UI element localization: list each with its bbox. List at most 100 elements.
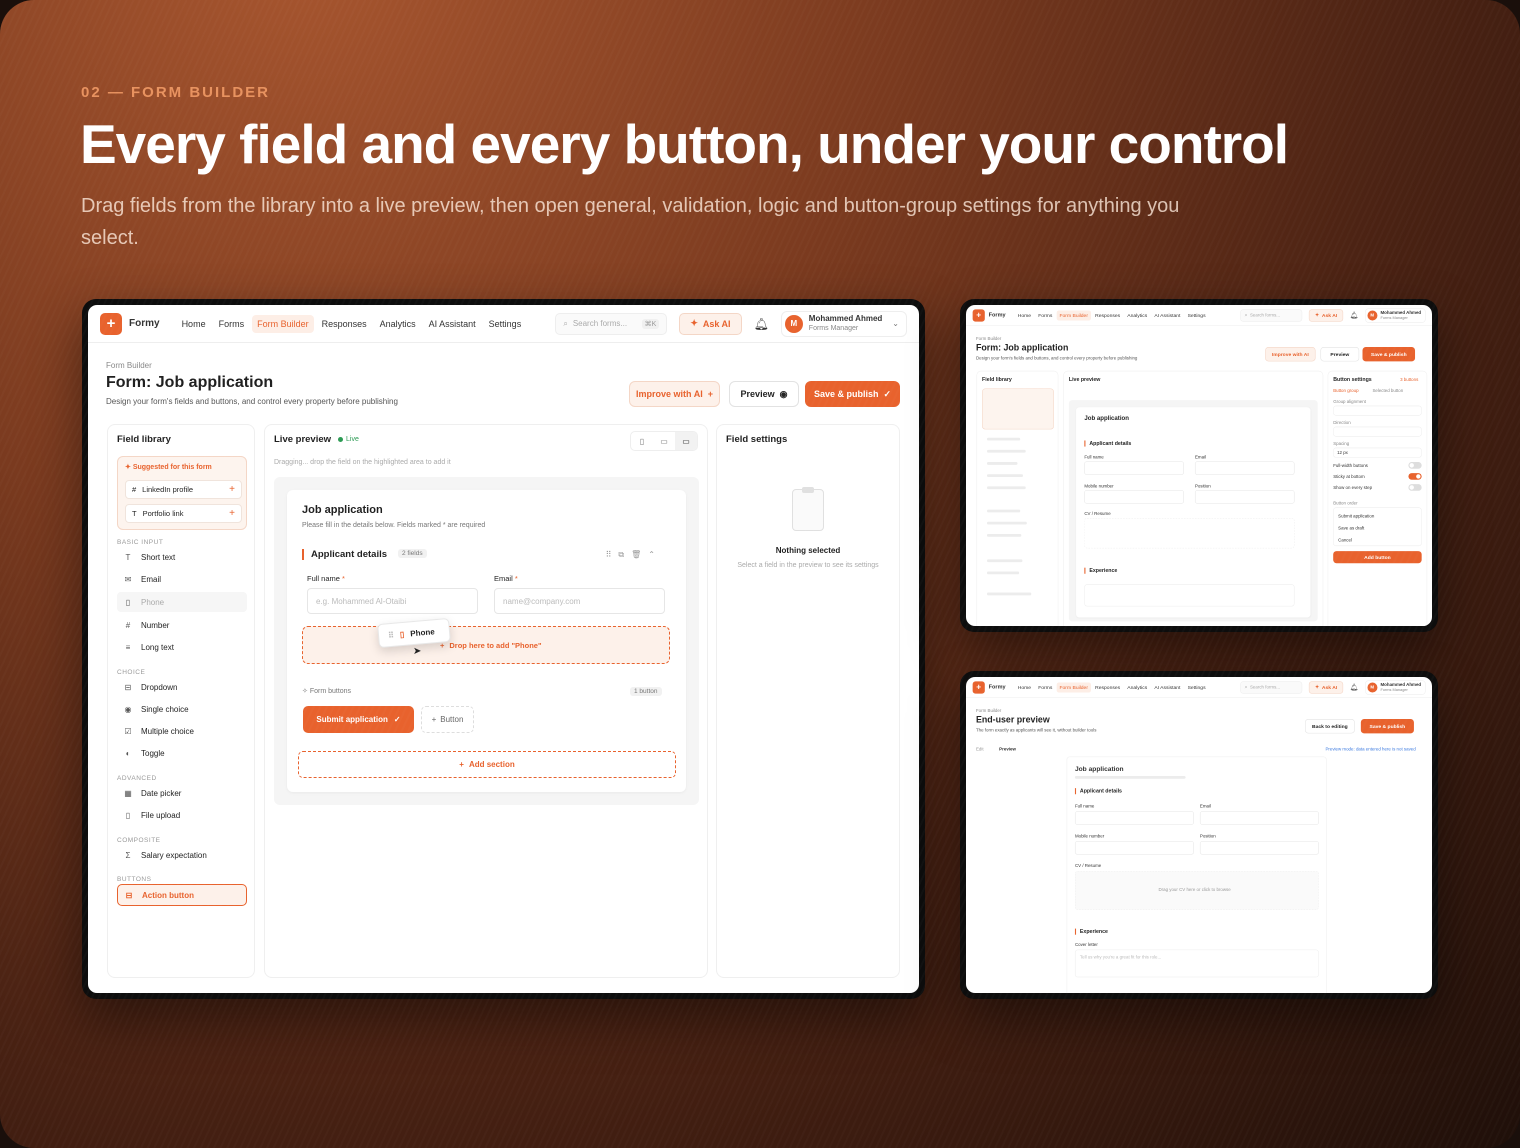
library-item-phone[interactable]: ▯ Phone <box>117 592 247 612</box>
email-input[interactable]: name@company.com <box>494 588 665 614</box>
nav-forms[interactable]: Forms <box>1038 312 1052 318</box>
nav-settings[interactable]: Settings <box>489 319 522 329</box>
breadcrumb[interactable]: Form Builder <box>106 361 152 370</box>
library-item-toggle[interactable]: ◐ Toggle <box>117 743 247 763</box>
breadcrumb[interactable]: Form Builder <box>976 336 1001 341</box>
add-icon[interactable]: + <box>229 508 235 519</box>
mobile-input[interactable] <box>1084 490 1184 504</box>
breadcrumb[interactable]: Form Builder <box>976 708 1001 713</box>
nav-analytics[interactable]: Analytics <box>1127 312 1147 318</box>
search-input[interactable]: ⌕ Search forms... <box>1240 681 1303 694</box>
full-name-input[interactable] <box>1074 811 1194 825</box>
library-item-action-button[interactable]: ⊟ Action button <box>117 884 247 906</box>
nav-ai-assistant[interactable]: AI Assistant <box>1154 312 1180 318</box>
nav-ai-assistant[interactable]: AI Assistant <box>429 319 476 329</box>
search-input[interactable]: ⌕ Search forms... ⌘K <box>555 312 668 335</box>
suggested-item-linkedin[interactable]: # LinkedIn profile + <box>125 480 242 499</box>
mobile-input[interactable] <box>1074 841 1194 855</box>
add-button-button[interactable]: Add button <box>1333 551 1422 564</box>
notification-bell-icon[interactable]: 🔔︎ <box>754 317 769 331</box>
preview-button[interactable]: Preview <box>1320 347 1360 362</box>
library-item-email[interactable]: ✉ Email <box>117 569 247 589</box>
nav-forms[interactable]: Forms <box>1038 684 1052 690</box>
library-item-number[interactable]: # Number <box>117 615 247 635</box>
improve-with-ai-button[interactable]: Improve with AI + <box>629 381 720 407</box>
ask-ai-button[interactable]: ✦ Ask AI <box>1308 681 1344 694</box>
library-item-long-text[interactable]: ≡ Long text <box>117 637 247 657</box>
drop-zone[interactable]: + Drop here to add "Phone" <box>302 626 670 664</box>
add-icon[interactable]: + <box>229 484 235 495</box>
save-publish-button[interactable]: Save & publish ✓ <box>805 381 900 407</box>
cv-dropzone[interactable] <box>1084 517 1295 549</box>
nav-responses[interactable]: Responses <box>1095 312 1120 318</box>
order-item[interactable]: Save as draft <box>1338 522 1417 534</box>
library-item-file-upload[interactable]: ▯ File upload <box>117 805 247 825</box>
search-input[interactable]: ⌕ Search forms... <box>1240 309 1303 322</box>
nav-responses[interactable]: Responses <box>322 319 367 329</box>
tablet-icon[interactable]: ▭ <box>653 432 675 450</box>
preview-button[interactable]: Preview ◉ <box>729 381 799 407</box>
tab-edit[interactable]: Edit <box>976 747 984 752</box>
suggested-item-portfolio[interactable]: T Portfolio link + <box>125 504 242 523</box>
nav-form-builder[interactable]: Form Builder <box>252 314 314 333</box>
nav-home[interactable]: Home <box>182 319 206 329</box>
spacing-input[interactable]: 12 px <box>1333 447 1422 458</box>
order-item[interactable]: Submit application <box>1338 510 1417 522</box>
nav-form-builder[interactable]: Form Builder <box>1056 682 1091 693</box>
sticky-toggle[interactable] <box>1408 473 1422 480</box>
notification-bell-icon[interactable]: 🔔︎ <box>1350 683 1358 691</box>
full-name-input[interactable]: e.g. Mohammed Al-Otaibi <box>307 588 478 614</box>
user-menu[interactable]: M Mohammed Ahmed Forms Manager <box>1364 680 1426 695</box>
cover-letter-input[interactable]: Tell us why you're a great fit for this … <box>1074 949 1319 978</box>
library-item-short-text[interactable]: T Short text <box>117 547 247 567</box>
nav-forms[interactable]: Forms <box>219 319 245 329</box>
position-select[interactable] <box>1199 841 1319 855</box>
alignment-segmented[interactable] <box>1333 405 1422 416</box>
nav-settings[interactable]: Settings <box>1188 312 1206 318</box>
library-item-date-picker[interactable]: ▦ Date picker <box>117 783 247 803</box>
button-order-list[interactable]: Submit application Save as draft Cancel <box>1333 507 1422 547</box>
library-item-dropdown[interactable]: ⊟ Dropdown <box>117 677 247 697</box>
email-input[interactable] <box>1199 811 1319 825</box>
direction-segmented[interactable] <box>1333 426 1422 437</box>
user-menu[interactable]: M Mohammed Ahmed Forms Manager ⌄ <box>780 310 907 337</box>
library-item-multiple-choice[interactable]: ☑ Multiple choice <box>117 721 247 741</box>
nav-analytics[interactable]: Analytics <box>380 319 416 329</box>
ask-ai-button[interactable]: ✦ Ask AI <box>679 312 742 335</box>
save-publish-button[interactable]: Save & publish <box>1360 719 1414 734</box>
order-item[interactable]: Cancel <box>1338 534 1417 546</box>
nav-settings[interactable]: Settings <box>1188 684 1206 690</box>
duplicate-icon[interactable]: ⧉ <box>618 550 631 559</box>
full-name-input[interactable] <box>1084 461 1184 475</box>
add-section-button[interactable]: + Add section <box>298 751 676 778</box>
position-select[interactable] <box>1194 490 1295 504</box>
nav-home[interactable]: Home <box>1018 312 1031 318</box>
trash-icon[interactable]: 🗑︎ <box>631 550 648 559</box>
tab-selected-button[interactable]: Selected button <box>1372 388 1403 393</box>
ask-ai-button[interactable]: ✦ Ask AI <box>1308 309 1344 322</box>
nav-analytics[interactable]: Analytics <box>1127 684 1147 690</box>
save-publish-button[interactable]: Save & publish <box>1362 347 1416 362</box>
library-item-salary[interactable]: Σ Salary expectation <box>117 845 247 865</box>
cv-dropzone[interactable]: Drag your CV here or click to browse <box>1074 871 1319 910</box>
mobile-icon[interactable]: ▯ <box>631 432 653 450</box>
cover-letter-input[interactable] <box>1084 584 1295 607</box>
notification-bell-icon[interactable]: 🔔︎ <box>1350 311 1358 319</box>
submit-application-button[interactable]: Submit application ✓ <box>303 706 414 733</box>
nav-form-builder[interactable]: Form Builder <box>1056 310 1091 321</box>
nav-home[interactable]: Home <box>1018 684 1031 690</box>
nav-ai-assistant[interactable]: AI Assistant <box>1154 684 1180 690</box>
user-menu[interactable]: M Mohammed Ahmed Forms Manager <box>1364 308 1426 323</box>
every-step-toggle[interactable] <box>1408 484 1422 491</box>
back-to-editing-button[interactable]: Back to editing <box>1304 719 1355 734</box>
email-input[interactable] <box>1194 461 1295 475</box>
tab-button-group[interactable]: Button group <box>1333 388 1358 393</box>
full-width-toggle[interactable] <box>1408 462 1422 469</box>
improve-with-ai-button[interactable]: Improve with AI <box>1265 347 1316 362</box>
chevron-up-icon[interactable]: ⌃ <box>648 550 662 559</box>
nav-responses[interactable]: Responses <box>1095 684 1120 690</box>
drag-handle-icon[interactable]: ⠿ <box>606 550 619 559</box>
add-button-button[interactable]: + Button <box>421 706 474 733</box>
desktop-icon[interactable]: ▭ <box>675 432 697 450</box>
tab-preview[interactable]: Preview <box>999 747 1016 752</box>
